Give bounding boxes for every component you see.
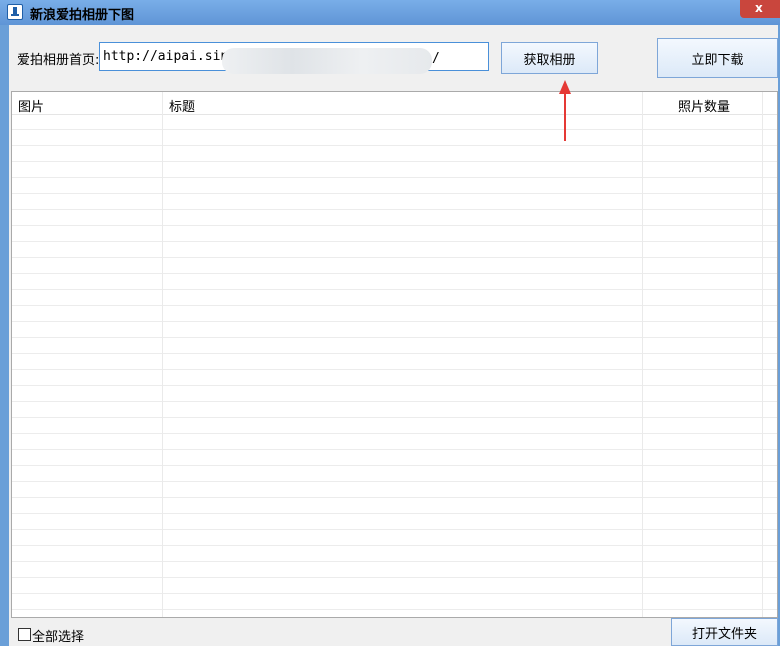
open-folder-button[interactable]: 打开文件夹: [671, 618, 778, 646]
column-divider: [162, 92, 163, 617]
download-icon: [7, 4, 23, 20]
select-all-checkbox[interactable]: [18, 628, 31, 641]
column-header-photo-count[interactable]: 照片数量: [678, 96, 730, 115]
column-divider: [642, 92, 643, 617]
title-bar[interactable]: 新浪爱拍相册下图 x: [0, 0, 780, 25]
album-table[interactable]: 图片 标题 照片数量: [11, 91, 778, 618]
window-title: 新浪爱拍相册下图: [30, 8, 135, 23]
column-header-image[interactable]: 图片: [18, 96, 44, 115]
table-rows[interactable]: [12, 114, 777, 617]
column-divider: [762, 92, 763, 617]
get-album-button[interactable]: 获取相册: [501, 42, 598, 74]
url-redaction-blur: [222, 48, 432, 74]
footer-bar: 全部选择 打开文件夹: [9, 618, 778, 646]
close-button[interactable]: x: [740, 0, 780, 18]
download-now-button[interactable]: 立即下载: [657, 38, 778, 78]
column-header-title[interactable]: 标题: [169, 96, 195, 115]
table-header: 图片 标题 照片数量: [12, 92, 777, 115]
select-all-label[interactable]: 全部选择: [32, 626, 84, 645]
window-border-left: [0, 25, 9, 646]
app-window: 新浪爱拍相册下图 x 爱拍相册首页: http://aipai.sina. 获取…: [0, 0, 780, 646]
url-label: 爱拍相册首页:: [17, 53, 100, 68]
window-body: 爱拍相册首页: http://aipai.sina. 获取相册 立即下载 图片 …: [9, 25, 778, 646]
url-input-tail: /: [432, 51, 440, 66]
close-icon: x: [755, 1, 763, 15]
